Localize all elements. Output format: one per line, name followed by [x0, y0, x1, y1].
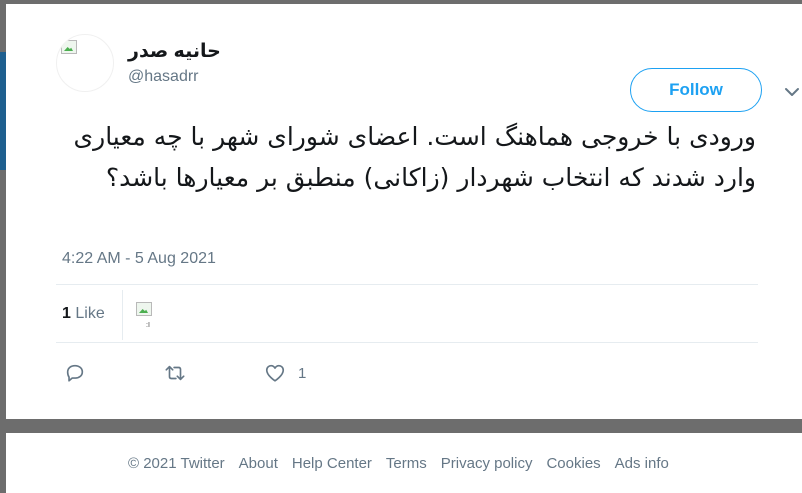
likes-count: 1	[62, 305, 71, 322]
like-button[interactable]: 1	[264, 362, 306, 384]
author-name[interactable]: حانیه صدر	[128, 40, 221, 63]
footer-link-cookies[interactable]: Cookies	[546, 455, 600, 472]
author-handle[interactable]: @hasadrr	[128, 68, 199, 86]
tweet-card: حانیه صدر @hasadrr Follow ورودی با خروجی…	[6, 4, 802, 419]
chevron-down-icon[interactable]	[784, 86, 800, 98]
tweet-text: ورودی با خروجی هماهنگ است. اعضای شورای ش…	[73, 122, 756, 192]
retweet-icon	[165, 365, 185, 381]
reply-icon	[66, 364, 84, 382]
avatar[interactable]	[56, 34, 114, 92]
footer-links: © 2021 Twitter About Help Center Terms P…	[128, 455, 683, 472]
likes-summary[interactable]: 1 Like	[62, 305, 105, 323]
tweet-timestamp[interactable]: 4:22 AM - 5 Aug 2021	[62, 250, 216, 268]
retweet-button[interactable]	[164, 362, 186, 384]
footer-link-help-center[interactable]: Help Center	[292, 455, 372, 472]
footer: © 2021 Twitter About Help Center Terms P…	[6, 433, 802, 493]
liker-avatar[interactable]: :I	[136, 300, 158, 330]
divider	[122, 290, 123, 340]
footer-link-terms[interactable]: Terms	[386, 455, 427, 472]
reply-button[interactable]	[64, 362, 86, 384]
footer-link-about[interactable]: About	[239, 455, 278, 472]
liker-avatar-label: :I	[146, 322, 150, 329]
follow-button[interactable]: Follow	[630, 68, 762, 112]
divider	[56, 342, 758, 343]
footer-link-privacy-policy[interactable]: Privacy policy	[441, 455, 533, 472]
like-count: 1	[298, 364, 307, 382]
footer-link-ads-info[interactable]: Ads info	[615, 455, 669, 472]
footer-copyright: © 2021 Twitter	[128, 455, 225, 472]
heart-icon	[265, 364, 285, 382]
tweet-header: حانیه صدر @hasadrr Follow	[56, 34, 799, 112]
tweet-actions: 1	[64, 362, 364, 388]
broken-image-icon	[61, 40, 77, 54]
broken-image-icon	[136, 302, 152, 316]
divider	[56, 284, 758, 285]
likes-label: Like	[75, 305, 105, 322]
